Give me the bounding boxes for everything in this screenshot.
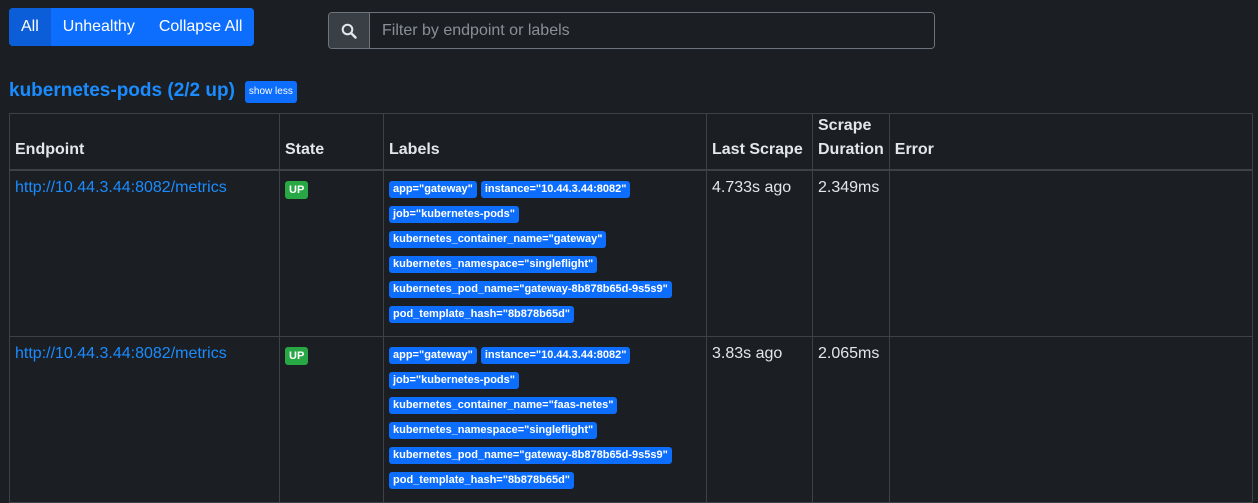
table-row: http://10.44.3.44:8082/metrics UP app="gat… bbox=[9, 169, 1254, 337]
pool-header: kubernetes-pods (2/2 up) show less bbox=[9, 78, 297, 103]
endpoint-link[interactable]: http://10.44.3.44:8082/metrics bbox=[15, 179, 227, 196]
label-badge: kubernetes_namespace="singleflight" bbox=[389, 256, 598, 273]
labels-cell: app="gateway" instance="10.44.3.44:8082" j… bbox=[383, 336, 707, 503]
label-badge: instance="10.44.3.44:8082" bbox=[480, 181, 631, 198]
header-endpoint: Endpoint bbox=[9, 113, 280, 171]
scrape-duration-cell: 2.065ms bbox=[812, 336, 890, 503]
state-cell: UP bbox=[279, 336, 384, 503]
label-badge: pod_template_hash="8b878b65d" bbox=[389, 306, 575, 323]
label-badge: kubernetes_pod_name="gateway-8b878b65d-9… bbox=[389, 447, 672, 464]
label-badge: instance="10.44.3.44:8082" bbox=[480, 347, 631, 364]
label-badge: kubernetes_pod_name="gateway-8b878b65d-9… bbox=[389, 281, 672, 298]
endpoint-cell: http://10.44.3.44:8082/metrics bbox=[9, 169, 280, 337]
label-badge: app="gateway" bbox=[389, 181, 477, 198]
last-scrape-cell: 4.733s ago bbox=[706, 169, 813, 337]
labels-list: app="gateway" instance="10.44.3.44:8082" j… bbox=[389, 345, 701, 497]
table-row: http://10.44.3.44:8082/metrics UP app="gat… bbox=[9, 336, 1254, 503]
state-badge: UP bbox=[285, 181, 309, 199]
error-cell bbox=[888, 336, 1254, 503]
pool-title[interactable]: kubernetes-pods (2/2 up) bbox=[9, 80, 235, 102]
search-icon bbox=[341, 23, 357, 39]
label-badge: kubernetes_namespace="singleflight" bbox=[389, 422, 598, 439]
header-error: Error bbox=[888, 113, 1254, 171]
all-button[interactable]: All bbox=[9, 8, 51, 46]
targets-table: Endpoint State Labels Last Scrape Scrape… bbox=[9, 113, 1254, 503]
error-cell bbox=[888, 169, 1254, 337]
endpoint-link[interactable]: http://10.44.3.44:8082/metrics bbox=[15, 345, 227, 362]
header-last-scrape: Last Scrape bbox=[706, 113, 813, 171]
header-labels: Labels bbox=[383, 113, 707, 171]
header-state: State bbox=[279, 113, 384, 171]
unhealthy-button[interactable]: Unhealthy bbox=[50, 8, 147, 46]
labels-cell: app="gateway" instance="10.44.3.44:8082" j… bbox=[383, 169, 707, 337]
label-badge: job="kubernetes-pods" bbox=[389, 206, 519, 223]
header-scrape-duration: Scrape Duration bbox=[812, 113, 890, 171]
collapse-all-button[interactable]: Collapse All bbox=[146, 8, 255, 46]
last-scrape-cell: 3.83s ago bbox=[706, 336, 813, 503]
scrape-duration-cell: 2.349ms bbox=[812, 169, 890, 337]
state-badge: UP bbox=[285, 347, 309, 365]
label-badge: job="kubernetes-pods" bbox=[389, 372, 519, 389]
label-badge: kubernetes_container_name="gateway" bbox=[389, 231, 607, 248]
state-cell: UP bbox=[279, 169, 384, 337]
endpoint-cell: http://10.44.3.44:8082/metrics bbox=[9, 336, 280, 503]
filter-toolbar: All Unhealthy Collapse All bbox=[9, 8, 255, 46]
filter-button-group: All Unhealthy Collapse All bbox=[9, 8, 255, 46]
labels-list: app="gateway" instance="10.44.3.44:8082" j… bbox=[389, 179, 701, 331]
label-badge: kubernetes_container_name="faas-netes" bbox=[389, 397, 618, 414]
table-header-row: Endpoint State Labels Last Scrape Scrape… bbox=[9, 113, 1254, 171]
search-input[interactable] bbox=[370, 13, 934, 48]
label-badge: pod_template_hash="8b878b65d" bbox=[389, 472, 575, 489]
show-less-button[interactable]: show less bbox=[244, 81, 297, 103]
label-badge: app="gateway" bbox=[389, 347, 477, 364]
search-bar bbox=[328, 12, 935, 49]
search-button[interactable] bbox=[329, 13, 370, 48]
